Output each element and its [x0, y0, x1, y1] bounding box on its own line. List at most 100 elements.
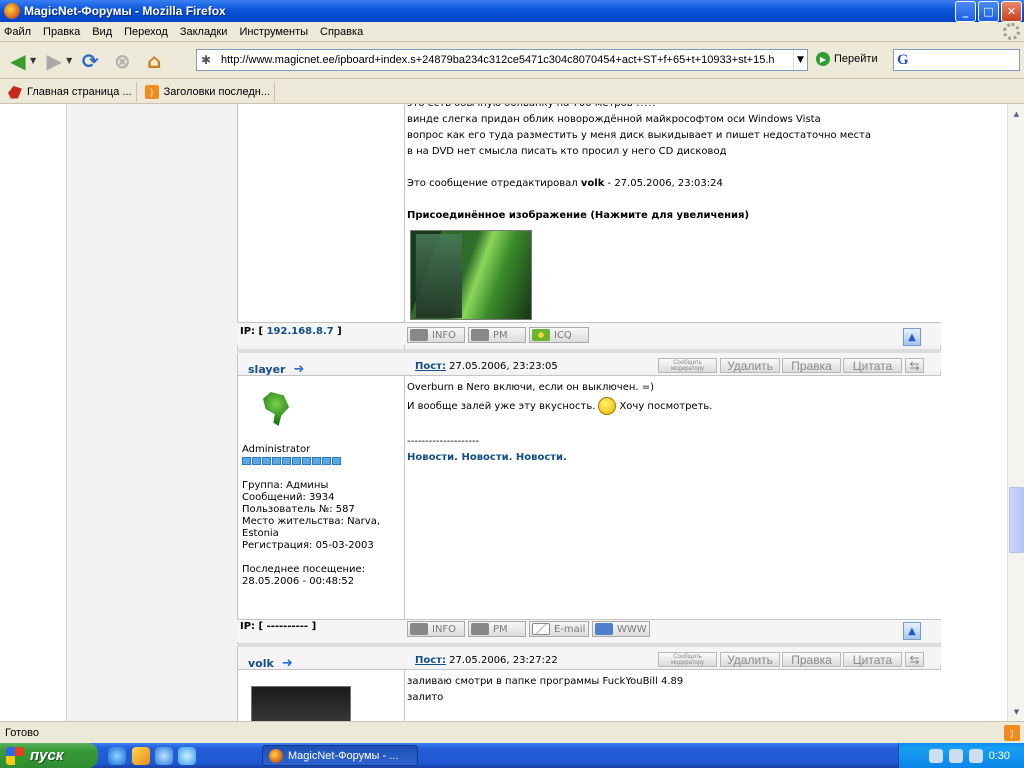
bookmark-home[interactable]: Главная страница ...	[4, 81, 137, 102]
start-label: пуск	[30, 747, 64, 764]
url-input[interactable]	[221, 51, 793, 69]
avatar	[251, 686, 351, 721]
vertical-scrollbar[interactable]: ▲ ▼	[1007, 104, 1024, 721]
search-box[interactable]: G	[893, 49, 1020, 71]
home-button[interactable]: ⌂	[140, 47, 168, 75]
multiquote-icon[interactable]: ⇆	[905, 652, 924, 667]
user-registration: Регистрация: 05-03-2003	[242, 540, 374, 551]
menu-view[interactable]: Вид	[92, 26, 112, 38]
multiquote-icon[interactable]: ⇆	[905, 358, 924, 373]
pm-button[interactable]: PM	[468, 327, 526, 343]
ie-icon[interactable]	[155, 747, 173, 765]
info-label: INFO	[432, 623, 457, 635]
menu-bookmarks[interactable]: Закладки	[180, 26, 228, 38]
menu-file[interactable]: Файл	[4, 26, 31, 38]
scroll-up-icon[interactable]: ▲	[1009, 106, 1024, 121]
www-button[interactable]: WWW	[592, 621, 650, 637]
post2-line2-start: И вообще залей уже эту вкусность.	[407, 401, 596, 412]
post-link[interactable]: Пост:	[415, 361, 446, 372]
bookmark-headlines[interactable]: ) Заголовки последн...	[141, 81, 276, 102]
close-button[interactable]: ✕	[1001, 0, 1022, 22]
signature-link[interactable]: Новости. Новости. Новости.	[407, 450, 712, 466]
start-button[interactable]: пуск	[0, 743, 98, 768]
email-button[interactable]: E-mail	[529, 621, 589, 637]
edit-note-user[interactable]: volk	[581, 178, 604, 189]
info-button[interactable]: INFO	[407, 621, 465, 637]
winamp-icon[interactable]	[132, 747, 150, 765]
menu-edit[interactable]: Правка	[43, 26, 80, 38]
post1-line: это есть обычную болванку на 700 метров …	[407, 104, 871, 112]
back-dropdown-icon[interactable]: ▼	[30, 56, 36, 65]
desktop-icon[interactable]	[108, 747, 126, 765]
attachment-thumbnail[interactable]	[410, 230, 532, 320]
edit-button[interactable]: Правка	[782, 652, 841, 667]
menu-help[interactable]: Справка	[320, 26, 363, 38]
report-moderator-button[interactable]: Сообщить модератору	[658, 358, 717, 373]
user-location-cont: Estonia	[242, 528, 279, 539]
pm-button[interactable]: PM	[468, 621, 526, 637]
scrollbar-thumb[interactable]	[1009, 487, 1024, 553]
volume-icon[interactable]	[948, 748, 963, 763]
menu-go[interactable]: Переход	[124, 26, 168, 38]
info-label: INFO	[432, 329, 457, 341]
bookmark-home-label: Главная страница ...	[27, 85, 132, 98]
post-link[interactable]: Пост:	[415, 655, 446, 666]
info-icon	[410, 623, 428, 635]
display-icon[interactable]	[968, 748, 983, 763]
rss-icon[interactable]: )	[1004, 725, 1020, 741]
forward-dropdown-icon[interactable]: ▼	[66, 56, 72, 65]
network-icon[interactable]	[928, 748, 943, 763]
url-history-dropdown-icon[interactable]: ▼	[793, 50, 807, 70]
ie-icon[interactable]	[178, 747, 196, 765]
post1-line: винде слегка придан облик новорождённой …	[407, 114, 821, 125]
title-bar: MagicNet-Форумы - Mozilla Firefox _ □ ✕	[0, 0, 1024, 22]
last-visit-label: Последнее посещение:	[242, 564, 366, 575]
google-icon[interactable]: G	[897, 52, 909, 69]
url-bar[interactable]: ✱ ▼	[196, 49, 808, 71]
icq-label: ICQ	[554, 329, 572, 341]
www-label: WWW	[617, 623, 647, 635]
page-viewport: это есть обычную болванку на 700 метров …	[0, 104, 1007, 721]
quote-button[interactable]: Цитата	[843, 358, 902, 373]
pm-label: PM	[493, 623, 508, 635]
stop-button[interactable]: ⊗	[108, 47, 136, 75]
post2-date: Пост: 27.05.2006, 23:23:05	[415, 361, 558, 372]
post3-date-text: 27.05.2006, 23:27:22	[449, 655, 558, 666]
user-details: Группа: Админы Сообщений: 3934 Пользоват…	[242, 480, 380, 588]
user-location: Место жительства: Narva,	[242, 516, 381, 527]
menu-tools[interactable]: Инструменты	[239, 26, 308, 38]
edit-note-date: - 27.05.2006, 23:03:24	[607, 178, 723, 189]
post1-text: это есть обычную болванку на 700 метров …	[407, 104, 871, 224]
bookmarks-toolbar: Главная страница ... ) Заголовки последн…	[0, 80, 1024, 104]
bookmark-home-icon	[8, 85, 22, 99]
go-button[interactable]: ▶ Перейти	[816, 52, 878, 66]
report-moderator-button[interactable]: Сообщить модератору	[658, 652, 717, 667]
icq-button[interactable]: ICQ	[529, 327, 589, 343]
delete-button[interactable]: Удалить	[720, 652, 780, 667]
email-icon	[532, 623, 550, 635]
minimize-button[interactable]: _	[955, 0, 976, 22]
edit-button[interactable]: Правка	[782, 358, 841, 373]
delete-button[interactable]: Удалить	[720, 358, 780, 373]
ip-link[interactable]: 192.168.8.7	[267, 326, 334, 337]
attachment-label: Присоединённое изображение (Нажмите для …	[407, 210, 750, 221]
maximize-button[interactable]: □	[978, 0, 999, 22]
post3-date: Пост: 27.05.2006, 23:27:22	[415, 655, 558, 666]
ip-label: IP: [	[240, 326, 264, 337]
scroll-top-icon[interactable]: ▲	[903, 328, 921, 346]
site-icon: ✱	[201, 53, 212, 67]
quote-button[interactable]: Цитата	[843, 652, 902, 667]
scroll-down-icon[interactable]: ▼	[1009, 704, 1024, 719]
taskbar-firefox[interactable]: MagicNet-Форумы - ...	[262, 745, 418, 766]
last-visit-date: 28.05.2006 - 00:48:52	[242, 576, 355, 587]
scroll-top-icon[interactable]: ▲	[903, 622, 921, 640]
post2-line2-end: Хочу посмотреть.	[619, 401, 713, 412]
info-button[interactable]: INFO	[407, 327, 465, 343]
reload-button[interactable]: ⟳	[76, 47, 104, 75]
user-posts: Сообщений: 3934	[242, 492, 335, 503]
throbber-icon	[1003, 23, 1020, 40]
user-group: Группа: Админы	[242, 480, 329, 491]
back-button[interactable]: ◀	[4, 47, 32, 75]
forward-button[interactable]: ▶	[40, 47, 68, 75]
rss-icon: )	[144, 84, 159, 99]
